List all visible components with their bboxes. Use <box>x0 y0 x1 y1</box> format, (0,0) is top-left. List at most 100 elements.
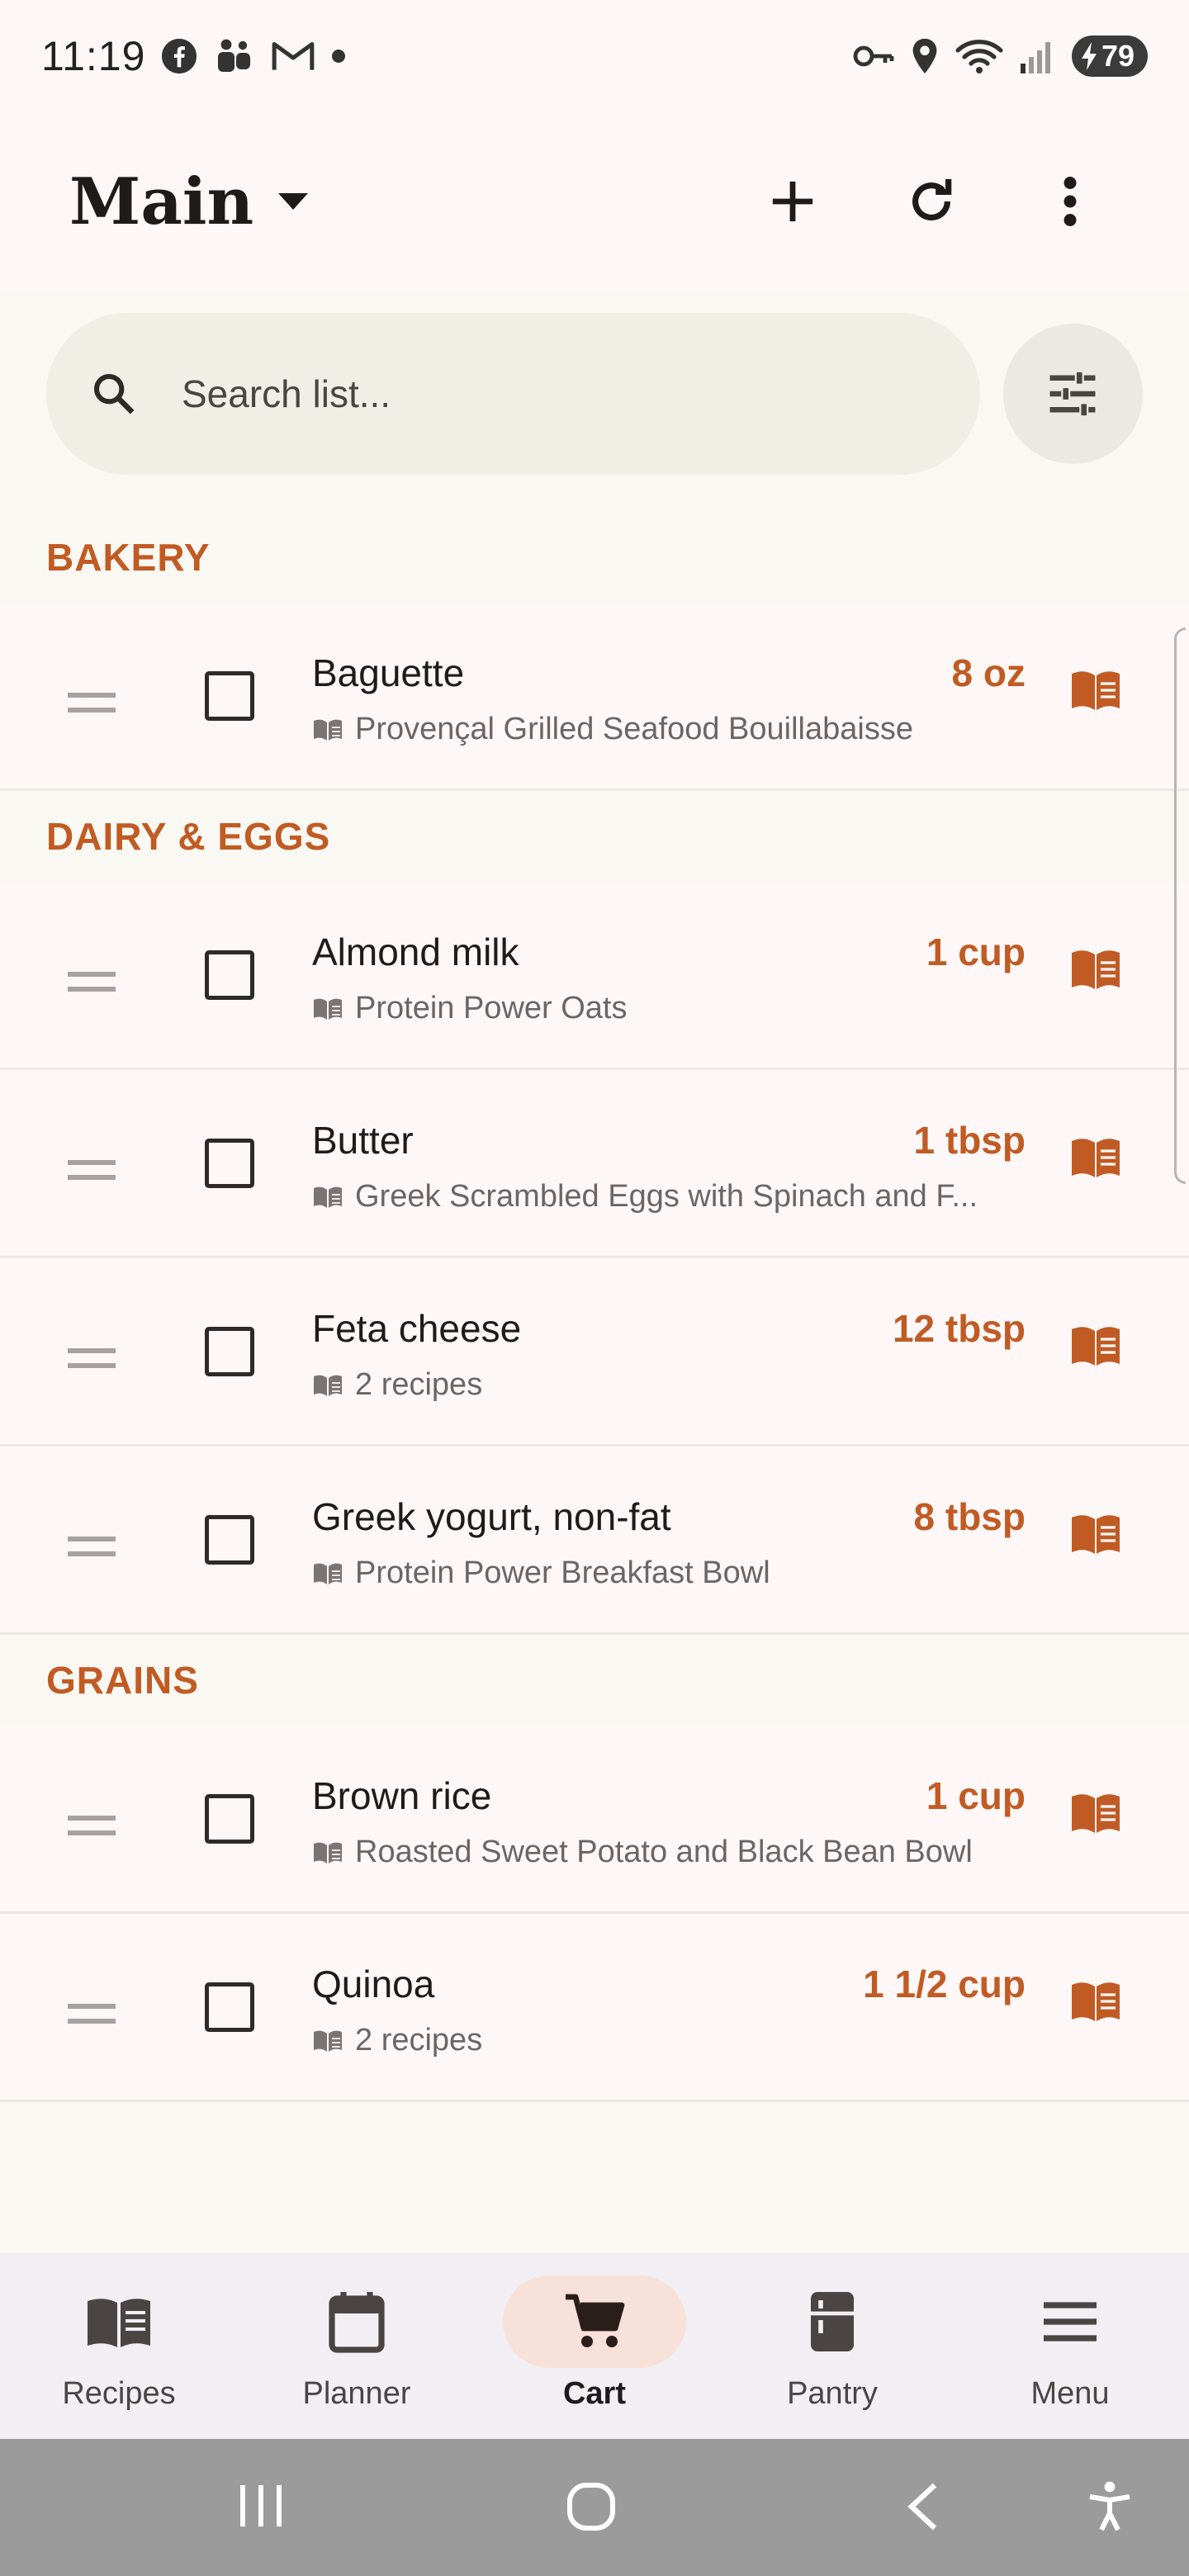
item-details: Almond milk 1 cup Protein Power Oats <box>312 930 1026 1026</box>
more-options-button[interactable] <box>1021 152 1120 251</box>
search-box[interactable] <box>46 313 980 475</box>
item-checkbox[interactable] <box>205 949 254 1000</box>
nav-label: Pantry <box>787 2376 878 2411</box>
nav-item-cart[interactable]: Cart <box>476 2252 713 2439</box>
item-top-row: Feta cheese 12 tbsp <box>312 1306 1026 1351</box>
item-source-text: Protein Power Breakfast Bowl <box>355 1556 770 1590</box>
drag-handle[interactable] <box>66 1159 117 1185</box>
view-recipe-button[interactable] <box>1070 1136 1121 1183</box>
accessibility-icon <box>1089 2481 1130 2531</box>
item-details: Greek yogurt, non-fat 8 tbsp Protein Power… <box>312 1494 1026 1591</box>
view-recipe-button[interactable] <box>1070 669 1121 716</box>
drag-handle-icon <box>68 972 116 992</box>
recent-apps-icon <box>240 2485 282 2526</box>
item-top-row: Almond milk 1 cup <box>312 930 1026 974</box>
drag-handle-icon <box>68 693 116 713</box>
list-dropdown-button[interactable] <box>277 192 310 211</box>
nav-label: Recipes <box>62 2376 176 2411</box>
item-checkbox[interactable] <box>205 1326 254 1376</box>
nav-label: Planner <box>302 2376 411 2411</box>
view-recipe-button[interactable] <box>1070 948 1121 995</box>
nav-item-recipes[interactable]: Recipes <box>0 2252 238 2439</box>
nav-item-menu[interactable]: Menu <box>951 2252 1189 2439</box>
drag-handle[interactable] <box>66 1536 117 1561</box>
accessibility-button[interactable] <box>1087 2480 1133 2537</box>
item-top-row: Butter 1 tbsp <box>312 1118 1026 1163</box>
item-checkbox[interactable] <box>205 1514 254 1565</box>
recipe-book-icon <box>314 1842 342 1863</box>
item-top-row: Greek yogurt, non-fat 8 tbsp <box>312 1494 1026 1539</box>
drag-handle[interactable] <box>66 971 117 997</box>
item-details: Baguette 8 oz Provençal Grilled Seafood Bo… <box>312 651 1026 747</box>
recipe-book-icon <box>1072 950 1120 989</box>
scroll-indicator[interactable] <box>1174 627 1186 1184</box>
status-right: 79 <box>852 36 1148 77</box>
recipe-book-icon <box>314 1563 342 1584</box>
drag-handle-icon <box>68 1537 116 1556</box>
list-item[interactable]: Baguette 8 oz Provençal Grilled Seafood Bo… <box>0 603 1189 791</box>
item-checkbox[interactable] <box>205 1982 254 2032</box>
list-item[interactable]: Quinoa 1 1/2 cup 2 recipes <box>0 1914 1189 2102</box>
item-top-row: Brown rice 1 cup <box>312 1773 1026 1818</box>
view-recipe-button[interactable] <box>1070 1792 1121 1839</box>
app-header: Main <box>0 112 1189 291</box>
tune-icon <box>1049 372 1096 416</box>
filter-button[interactable] <box>1002 324 1143 464</box>
item-name: Baguette <box>312 651 465 694</box>
recipe-book-icon <box>314 998 342 1020</box>
view-recipe-button[interactable] <box>1070 1513 1121 1560</box>
item-details: Brown rice 1 cup Roasted Sweet Potato and … <box>312 1773 1026 1870</box>
item-quantity: 1 cup <box>926 1774 1026 1817</box>
system-nav-bar <box>0 2439 1189 2576</box>
recipe-book-icon <box>314 1375 342 1396</box>
list-item[interactable]: Feta cheese 12 tbsp 2 recipes <box>0 1258 1189 1447</box>
add-item-button[interactable] <box>743 152 842 251</box>
drag-handle[interactable] <box>66 2003 117 2029</box>
list-title[interactable]: Main <box>69 164 253 239</box>
nav-item-planner[interactable]: Planner <box>238 2252 476 2439</box>
vpn-key-icon <box>853 45 894 67</box>
recipe-book-icon <box>314 2030 342 2052</box>
search-input[interactable] <box>182 372 892 416</box>
refresh-button[interactable] <box>882 152 981 251</box>
nav-label: Menu <box>1030 2376 1110 2411</box>
item-quantity: 12 tbsp <box>892 1307 1026 1350</box>
drag-handle[interactable] <box>66 1347 117 1373</box>
item-source-text: 2 recipes <box>355 1367 483 1402</box>
item-source-text: Greek Scrambled Eggs with Spinach and F.… <box>355 1179 978 1214</box>
recipe-book-icon <box>1072 1982 1120 2021</box>
notification-dot-icon <box>332 50 346 63</box>
drag-handle[interactable] <box>66 1815 117 1840</box>
item-checkbox[interactable] <box>205 1138 254 1188</box>
item-name: Feta cheese <box>312 1307 522 1350</box>
nav-icon-wrap <box>27 2275 211 2368</box>
back-button[interactable] <box>905 2480 941 2537</box>
item-checkbox[interactable] <box>205 670 254 721</box>
drag-handle-icon <box>68 1348 116 1368</box>
recipe-book-icon <box>1072 1794 1120 1833</box>
item-top-row: Baguette 8 oz <box>312 651 1026 695</box>
nav-icon-wrap <box>265 2275 448 2368</box>
recipe-book-icon <box>1072 1139 1120 1177</box>
item-source: Greek Scrambled Eggs with Spinach and F.… <box>312 1179 1026 1215</box>
view-recipe-button[interactable] <box>1070 1980 1121 2027</box>
item-name: Butter <box>312 1119 414 1162</box>
view-recipe-button[interactable] <box>1070 1324 1121 1371</box>
refresh-icon <box>912 178 952 220</box>
item-name: Greek yogurt, non-fat <box>312 1495 671 1538</box>
category-header: BAKERY <box>46 536 211 579</box>
facebook-icon <box>162 38 197 74</box>
list-item[interactable]: Butter 1 tbsp Greek Scrambled Eggs with Sp… <box>0 1070 1189 1258</box>
home-button[interactable] <box>565 2480 618 2537</box>
list-item[interactable]: Almond milk 1 cup Protein Power Oats <box>0 882 1189 1070</box>
drag-handle[interactable] <box>66 692 117 717</box>
item-source-text: Provençal Grilled Seafood Bouillabaisse <box>355 712 913 746</box>
status-left: 11:19 <box>41 32 347 80</box>
nav-item-pantry[interactable]: Pantry <box>713 2252 951 2439</box>
drag-handle-icon <box>68 2004 116 2024</box>
list-item[interactable]: Brown rice 1 cup Roasted Sweet Potato and … <box>0 1726 1189 1914</box>
item-checkbox[interactable] <box>205 1793 254 1844</box>
recent-apps-button[interactable] <box>236 2480 286 2536</box>
list-item[interactable]: Greek yogurt, non-fat 8 tbsp Protein Power… <box>0 1447 1189 1635</box>
item-quantity: 1 1/2 cup <box>863 1963 1026 2005</box>
